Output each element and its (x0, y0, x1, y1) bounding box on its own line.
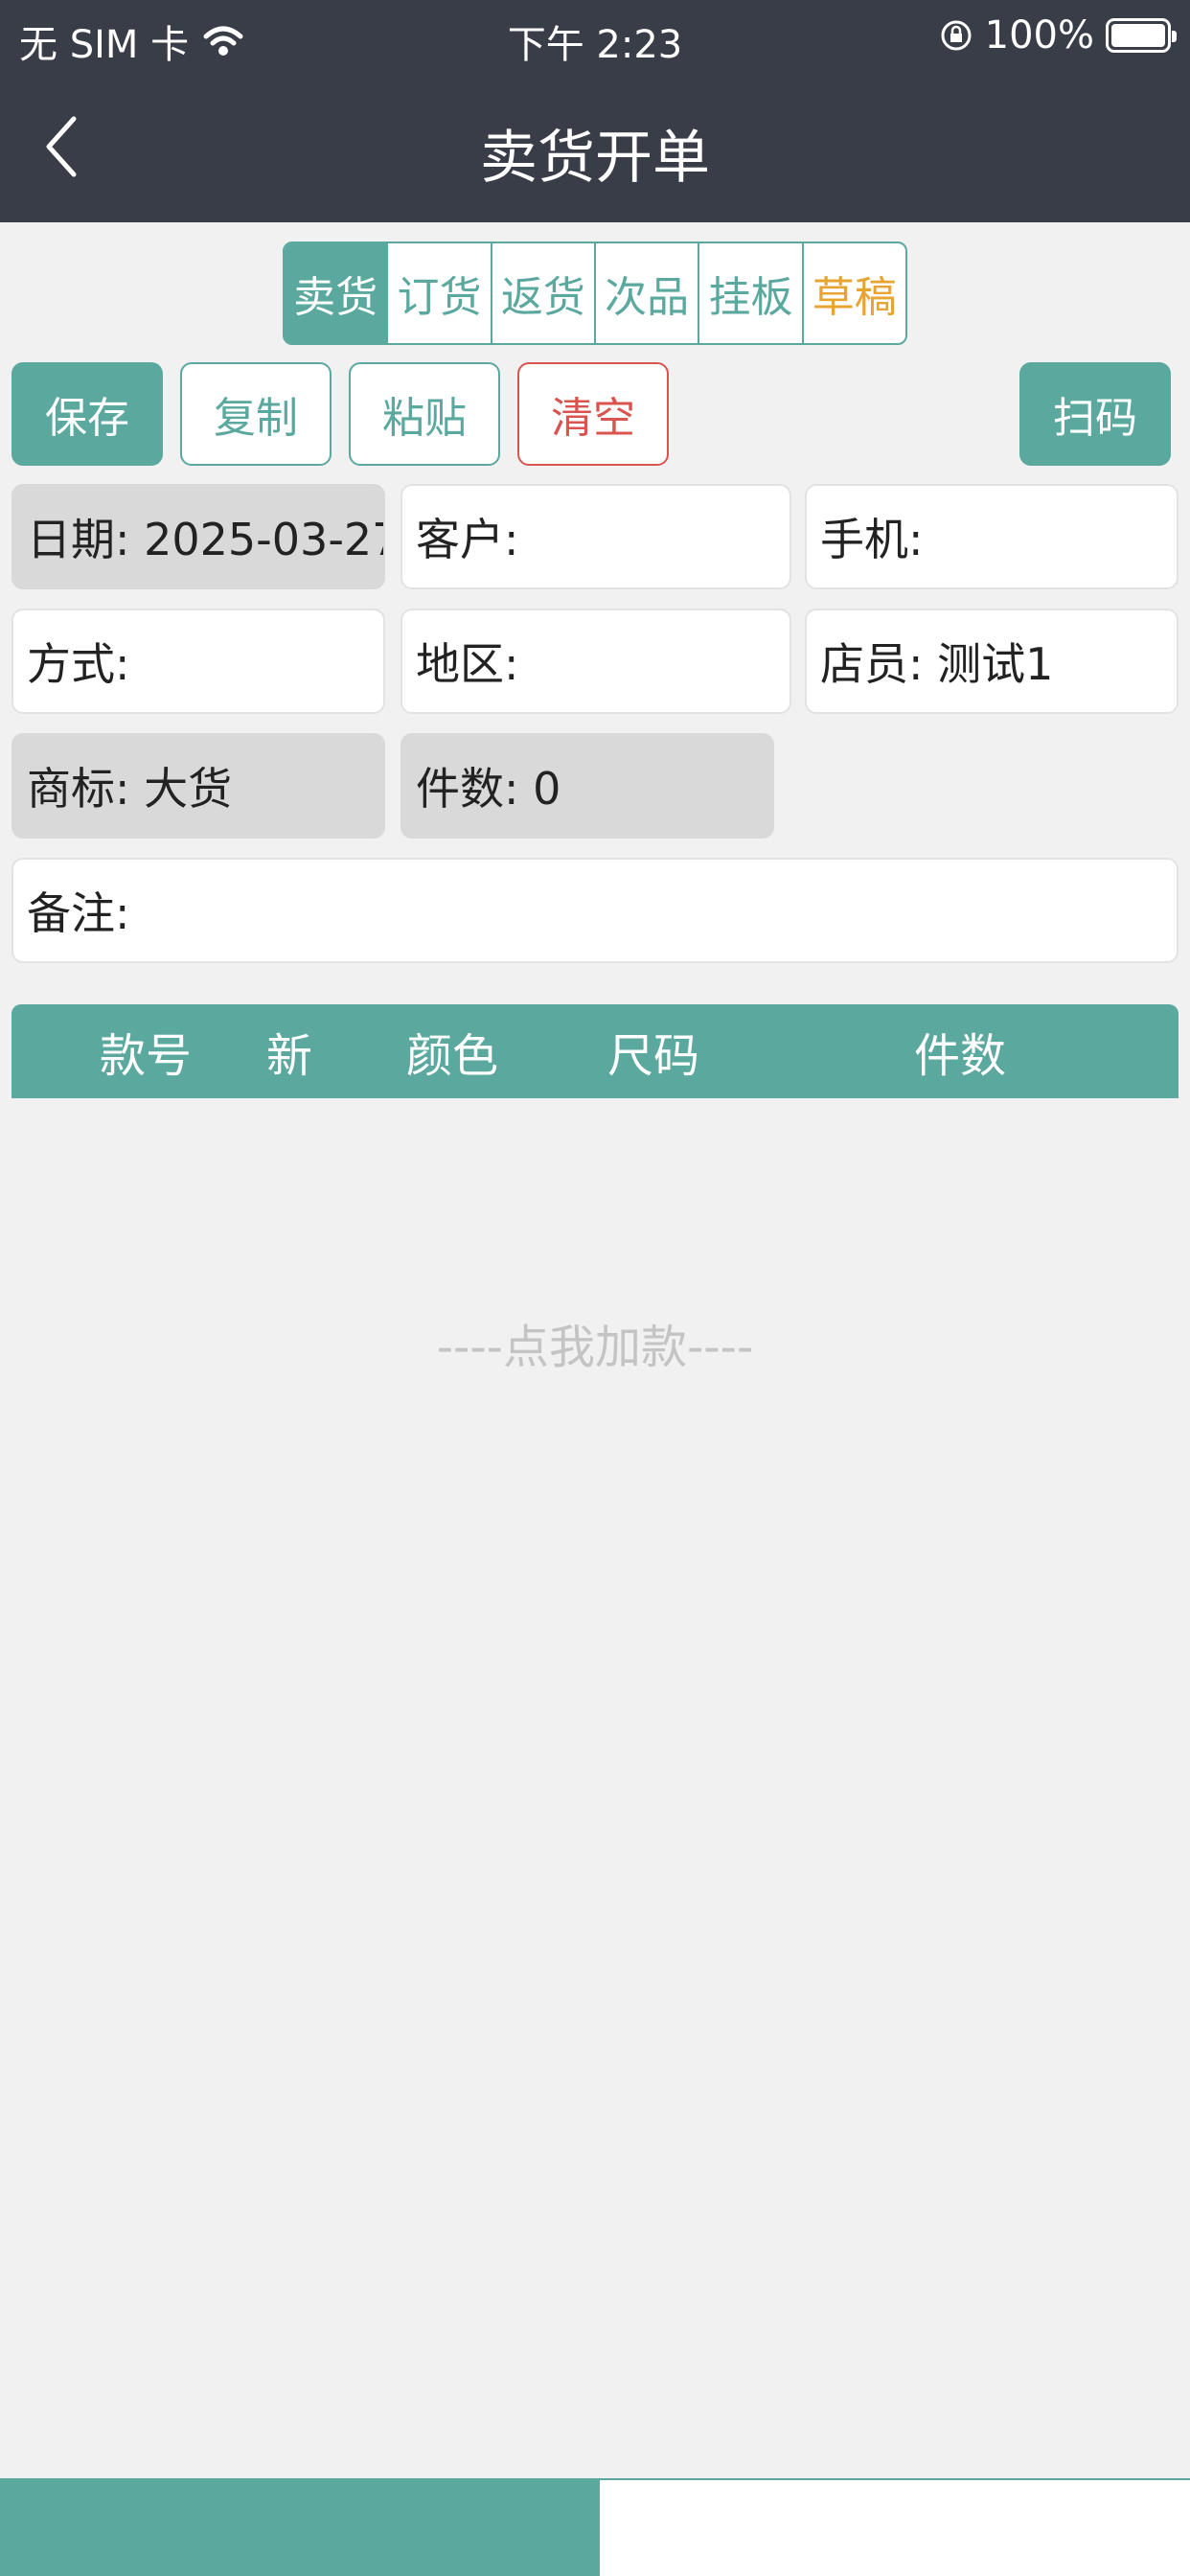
method-field[interactable]: 方式: (11, 609, 385, 714)
clear-button[interactable]: 清空 (517, 362, 669, 466)
battery-icon (1106, 18, 1177, 53)
column-size: 尺码 (606, 1029, 699, 1083)
region-field[interactable]: 地区: (400, 609, 791, 714)
page-title: 卖货开单 (480, 125, 710, 192)
column-color: 颜色 (405, 1029, 498, 1083)
order-type-tabs: 卖货 订货 返货 次品 挂板 草稿 (283, 242, 907, 345)
tab-defective[interactable]: 次品 (596, 243, 700, 343)
phone-field[interactable]: 手机: (805, 484, 1179, 589)
note-field[interactable]: 备注: (11, 858, 1179, 963)
battery-percent: 100% (984, 13, 1094, 58)
tab-sell[interactable]: 卖货 (285, 243, 389, 343)
footer-secondary-panel[interactable] (598, 2478, 1190, 2576)
count-field: 件数: 0 (400, 733, 774, 839)
tab-draft[interactable]: 草稿 (804, 243, 905, 343)
customer-field[interactable]: 客户: (400, 484, 791, 589)
add-item-link[interactable]: ----点我加款---- (0, 1309, 1190, 1376)
top-bar: 无 SIM 卡 下午 2:23 100% 卖货开单 (0, 0, 1190, 222)
brand-field[interactable]: 商标: 大货 (11, 733, 385, 839)
tab-hang[interactable]: 挂板 (699, 243, 804, 343)
scan-button[interactable]: 扫码 (1019, 362, 1171, 466)
item-table-header: 款号 新 颜色 尺码 件数 (11, 1004, 1179, 1098)
rotation-lock-icon (941, 20, 972, 51)
save-button[interactable]: 保存 (11, 362, 163, 466)
column-style-no: 款号 (99, 1029, 192, 1083)
column-new: 新 (265, 1029, 312, 1083)
copy-button[interactable]: 复制 (180, 362, 332, 466)
tab-return[interactable]: 返货 (492, 243, 596, 343)
footer-primary-panel[interactable] (0, 2478, 598, 2576)
clerk-field[interactable]: 店员: 测试1 (805, 609, 1179, 714)
date-field[interactable]: 日期: 2025-03-27 (11, 484, 385, 589)
column-quantity: 件数 (913, 1029, 1006, 1083)
paste-button[interactable]: 粘贴 (349, 362, 500, 466)
tab-order[interactable]: 订货 (388, 243, 492, 343)
status-right: 100% (939, 13, 1177, 58)
